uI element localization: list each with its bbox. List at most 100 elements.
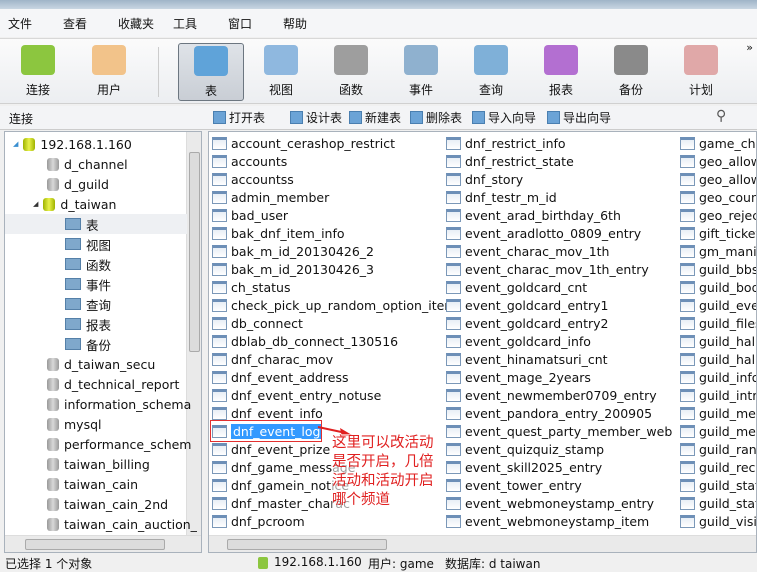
tree-database[interactable]: taiwan_cain_2nd	[47, 494, 168, 514]
table-item[interactable]: dnf_charac_mov	[212, 350, 333, 368]
table-item[interactable]: bak_m_id_20130426_3	[212, 260, 374, 278]
object-action-button[interactable]: 导出向导	[547, 109, 611, 126]
toolbar-overflow-icon[interactable]: »	[746, 41, 753, 54]
table-item[interactable]: event_goldcard_cnt	[446, 278, 587, 296]
object-action-button[interactable]: 新建表	[349, 109, 401, 126]
table-item[interactable]: geo_reject	[680, 206, 756, 224]
table-item[interactable]: dnf_event_prize	[212, 440, 330, 458]
table-item[interactable]: dnf_event_log	[210, 420, 323, 442]
table-item[interactable]: event_goldcard_entry2	[446, 314, 608, 332]
search-icon[interactable]: ⚲	[716, 108, 726, 124]
tree-database[interactable]: taiwan_cain_auction_	[47, 514, 197, 534]
toolbar-button-2[interactable]: 表	[178, 43, 244, 101]
table-item[interactable]: guild_stat_	[680, 494, 756, 512]
table-item[interactable]: event_pandora_entry_200905	[446, 404, 652, 422]
menu-item[interactable]: 查看	[55, 15, 110, 32]
table-item[interactable]: gift_ticket_	[680, 224, 756, 242]
table-item[interactable]: bak_dnf_item_info	[212, 224, 345, 242]
tree-object-type[interactable]: 视图	[65, 234, 111, 254]
menu-item[interactable]: 窗口	[220, 15, 275, 32]
toolbar-button-5[interactable]: 事件	[388, 43, 454, 101]
table-item[interactable]: event_goldcard_info	[446, 332, 591, 350]
table-item[interactable]: dnf_restrict_state	[446, 152, 574, 170]
table-item[interactable]: guild_body	[680, 278, 756, 296]
object-action-button[interactable]: 打开表	[213, 109, 265, 126]
menu-item[interactable]: 工具	[165, 15, 220, 32]
table-item[interactable]: guild_bbs	[680, 260, 756, 278]
table-item[interactable]: admin_member	[212, 188, 329, 206]
table-item[interactable]: guild_stat	[680, 476, 756, 494]
menu-item[interactable]: 文件	[0, 15, 55, 32]
menu-item[interactable]: 收藏夹	[110, 15, 165, 32]
table-item[interactable]: event_charac_mov_1th_entry	[446, 260, 649, 278]
table-item[interactable]: event_aradlotto_0809_entry	[446, 224, 641, 242]
toolbar-button-8[interactable]: 备份	[598, 43, 664, 101]
table-item[interactable]: ch_status	[212, 278, 290, 296]
table-item[interactable]: db_connect	[212, 314, 303, 332]
table-item[interactable]: event_webmoneystamp_item	[446, 512, 649, 530]
table-item[interactable]: gm_manife	[680, 242, 756, 260]
tree-database[interactable]: mysql	[47, 414, 102, 434]
table-item[interactable]: dnf_event_entry_notuse	[212, 386, 381, 404]
toolbar-button-7[interactable]: 报表	[528, 43, 594, 101]
toolbar-button-3[interactable]: 视图	[248, 43, 314, 101]
toolbar-button-9[interactable]: 计划	[668, 43, 734, 101]
table-item[interactable]: dnf_master_charac	[212, 494, 350, 512]
table-item[interactable]: game_char	[680, 134, 756, 152]
table-item[interactable]: event_goldcard_entry1	[446, 296, 608, 314]
object-action-button[interactable]: 导入向导	[472, 109, 536, 126]
tree-database[interactable]: d_technical_report	[47, 374, 179, 394]
table-item[interactable]: accountss	[212, 170, 294, 188]
table-item[interactable]: accounts	[212, 152, 287, 170]
table-item[interactable]: geo_count	[680, 188, 756, 206]
table-item[interactable]: guild_info	[680, 368, 756, 386]
table-item[interactable]: guild_rank	[680, 440, 756, 458]
toolbar-button-1[interactable]: 用户	[76, 43, 142, 101]
tree-database[interactable]: performance_schem	[47, 434, 191, 454]
tree-database[interactable]: taiwan_billing	[47, 454, 150, 474]
table-item[interactable]: guild_visit	[680, 512, 756, 530]
tree-database[interactable]: taiwan_cain	[47, 474, 138, 494]
table-item[interactable]: guild_files	[680, 314, 756, 332]
table-item[interactable]: account_cerashop_restrict	[212, 134, 395, 152]
table-item[interactable]: guild_intro	[680, 386, 756, 404]
tree-object-type[interactable]: 报表	[65, 314, 111, 334]
table-item[interactable]: dnf_restrict_info	[446, 134, 566, 152]
table-item[interactable]: geo_allow_	[680, 170, 756, 188]
table-list-horizontal-scrollbar[interactable]	[209, 535, 756, 552]
tree-database[interactable]: d_guild	[47, 174, 109, 194]
table-item[interactable]: event_quizquiz_stamp	[446, 440, 604, 458]
table-item[interactable]: event_mage_2years	[446, 368, 591, 386]
table-item[interactable]: guild_mem	[680, 422, 756, 440]
tree-database-open[interactable]: ◢ d_taiwan	[33, 194, 116, 214]
toolbar-button-0[interactable]: 连接	[5, 43, 71, 101]
table-item[interactable]: event_newmember0709_entry	[446, 386, 657, 404]
table-item[interactable]: event_hinamatsuri_cnt	[446, 350, 608, 368]
table-item[interactable]: bak_m_id_20130426_2	[212, 242, 374, 260]
object-action-button[interactable]: 设计表	[290, 109, 342, 126]
menu-item[interactable]: 帮助	[275, 15, 330, 32]
table-item[interactable]: geo_allow	[680, 152, 756, 170]
tree-database[interactable]: information_schema	[47, 394, 191, 414]
table-item[interactable]: event_webmoneystamp_entry	[446, 494, 654, 512]
object-action-button[interactable]: 删除表	[410, 109, 462, 126]
table-item[interactable]: guild_reco	[680, 458, 756, 476]
table-item[interactable]: event_tower_entry	[446, 476, 582, 494]
table-item[interactable]: guild_even	[680, 296, 756, 314]
table-item[interactable]: check_pick_up_random_option_item	[212, 296, 456, 314]
expand-arrow-icon[interactable]: ◢	[33, 200, 38, 208]
table-item[interactable]: guild_hallc	[680, 332, 756, 350]
tree-object-type[interactable]: 事件	[65, 274, 111, 294]
table-item[interactable]: dnf_testr_m_id	[446, 188, 557, 206]
tree-vertical-scrollbar[interactable]	[186, 132, 201, 537]
tree-object-type[interactable]: 查询	[65, 294, 111, 314]
toolbar-button-6[interactable]: 查询	[458, 43, 524, 101]
table-item[interactable]: event_charac_mov_1th	[446, 242, 609, 260]
tree-database[interactable]: d_taiwan_secu	[47, 354, 155, 374]
table-item[interactable]: guild_hallc	[680, 350, 756, 368]
table-item[interactable]: dnf_gamein_notice	[212, 476, 349, 494]
table-item[interactable]: bad_user	[212, 206, 288, 224]
tree-horizontal-scrollbar[interactable]	[5, 535, 201, 552]
tree-server[interactable]: ◢ 192.168.1.160	[13, 134, 132, 154]
table-item[interactable]: dblab_db_connect_130516	[212, 332, 398, 350]
